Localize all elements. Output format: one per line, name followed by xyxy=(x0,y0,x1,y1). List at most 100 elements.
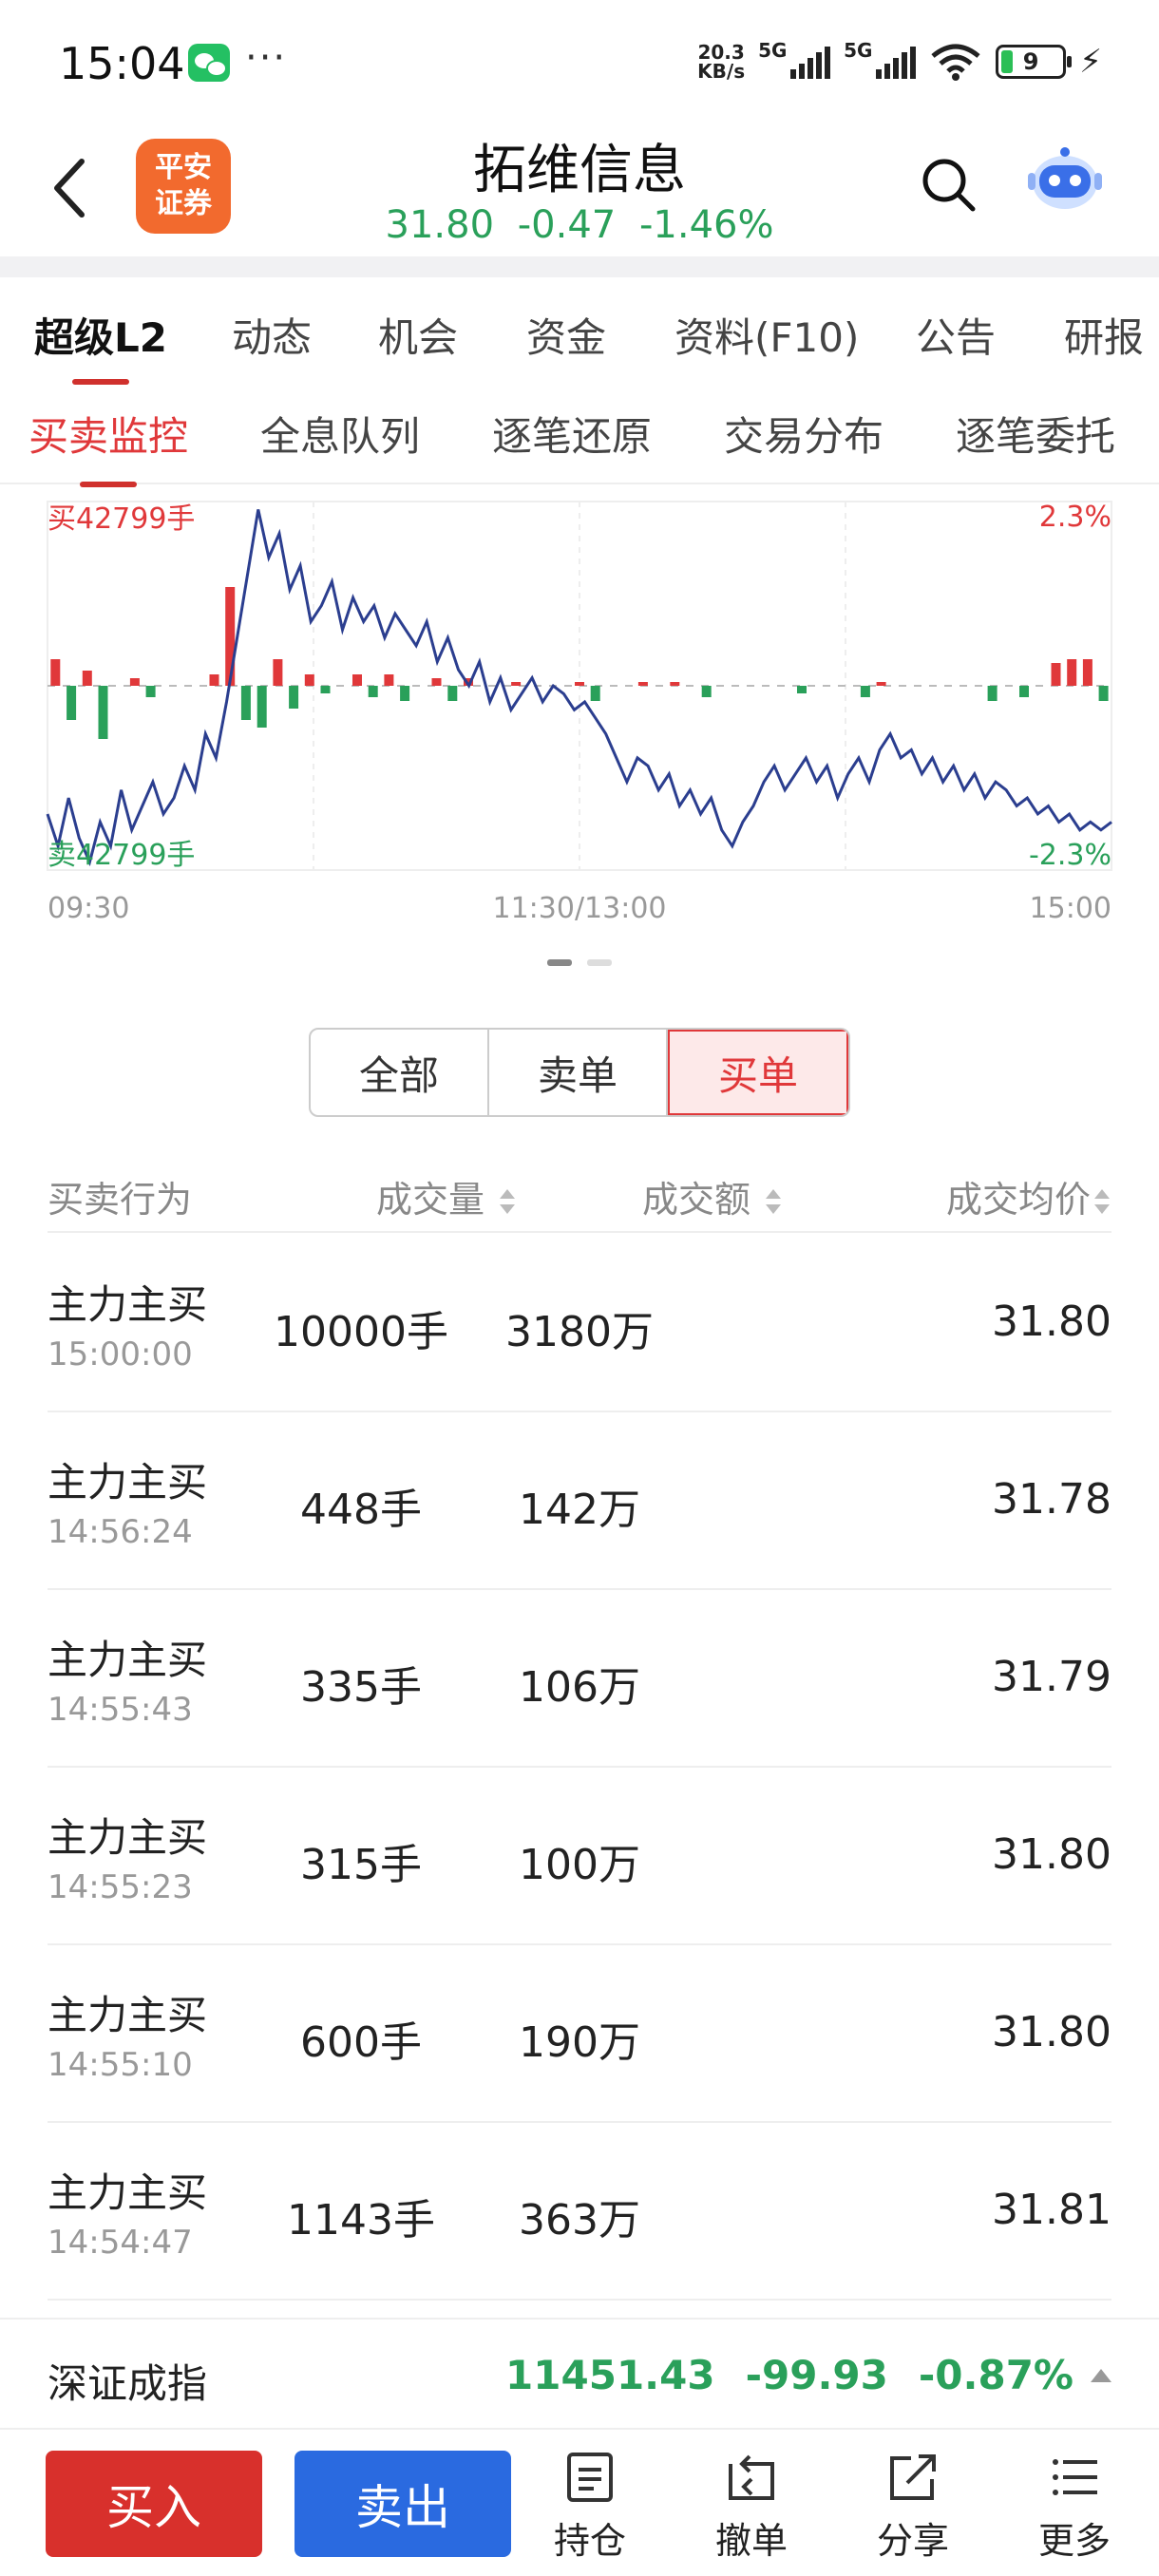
tab-f10[interactable]: 资料(F10) xyxy=(674,306,859,364)
sort-icon[interactable] xyxy=(498,1185,517,1220)
buy-volume-bar xyxy=(273,659,283,686)
table-row[interactable]: 主力主买 14:56:24 448手 142万 31.78 xyxy=(48,1412,1112,1590)
lower-pct-label: -2.3% xyxy=(1029,839,1112,872)
buy-volume-bar xyxy=(876,682,886,686)
sell-volume-bar xyxy=(66,686,77,720)
pager-dot[interactable] xyxy=(547,959,572,966)
filter-all[interactable]: 全部 xyxy=(311,1030,489,1115)
buy-volume-bar xyxy=(352,674,362,686)
sort-icon[interactable] xyxy=(1092,1185,1112,1220)
stock-name: 拓维信息 xyxy=(473,140,686,201)
tab-announcements[interactable]: 公告 xyxy=(916,306,996,364)
sell-volume-bar xyxy=(701,686,712,697)
buy-volume-bar xyxy=(431,678,442,686)
buy-volume-bar xyxy=(575,682,584,686)
tab-opportunity[interactable]: 机会 xyxy=(378,306,458,364)
index-ticker[interactable]: 深证成指 11451.43 -99.93 -0.87% xyxy=(0,2318,1159,2428)
table-header: 买卖行为 成交量 成交额 成交均价 xyxy=(48,1147,1112,1233)
buy-volume-bar xyxy=(129,678,140,686)
buy-volume-bar xyxy=(209,674,219,686)
sell-volume-bar xyxy=(145,686,156,697)
network-speed: 20.3 KB/s xyxy=(697,41,746,83)
sell-volume-bar xyxy=(240,686,251,720)
col-action: 买卖行为 xyxy=(48,1179,193,1221)
more-button[interactable]: 更多 xyxy=(1013,2451,1136,2565)
stock-quote: 31.80 -0.47 -1.46% xyxy=(0,203,1159,247)
index-values: 11451.43 -99.93 -0.87% xyxy=(505,2352,1112,2398)
sell-button[interactable]: 卖出 xyxy=(294,2451,511,2557)
sell-volume-bar xyxy=(987,686,998,701)
table-row[interactable]: 主力主买 14:55:23 315手 100万 31.80 xyxy=(48,1768,1112,1945)
stock-header: 平安 证券 拓维信息 31.80 -0.47 -1.46% xyxy=(0,123,1159,256)
buy-volume-bar xyxy=(511,682,522,686)
sell-volume-bar xyxy=(447,686,458,701)
tab-research[interactable]: 研报 xyxy=(1064,306,1144,364)
search-icon[interactable] xyxy=(918,154,978,215)
table-row[interactable]: 主力主买 14:54:47 1143手 363万 31.81 xyxy=(48,2123,1112,2301)
robot-assistant-icon[interactable] xyxy=(1026,144,1104,217)
menu-icon xyxy=(1053,2459,1097,2495)
order-filter: 全部 卖单 买单 xyxy=(309,1028,850,1117)
tab-funds[interactable]: 资金 xyxy=(526,306,606,364)
tab-tick-restore[interactable]: 逐笔还原 xyxy=(492,405,652,463)
x-tick-midday: 11:30/13:00 xyxy=(492,892,666,925)
share-icon xyxy=(890,2454,936,2500)
holdings-icon xyxy=(567,2453,613,2502)
index-change-pct: -0.87% xyxy=(918,2352,1074,2398)
holdings-button[interactable]: 持仓 xyxy=(528,2451,652,2565)
more-notifications-icon: ··· xyxy=(245,36,288,80)
share-button[interactable]: 分享 xyxy=(851,2451,975,2565)
tab-trade-monitor[interactable]: 买卖监控 xyxy=(28,405,188,487)
col-amount[interactable]: 成交额 xyxy=(642,1170,783,1222)
secondary-tabs: 买卖监控 全息队列 逐笔还原 交易分布 逐笔委托 xyxy=(0,382,1159,487)
sell-volume-bar xyxy=(289,686,299,709)
battery-icon: 9 xyxy=(996,45,1073,79)
tab-dynamics[interactable]: 动态 xyxy=(232,306,312,364)
x-tick-open: 09:30 xyxy=(48,892,129,925)
status-time: 15:04 xyxy=(59,38,185,89)
sell-volume-bar xyxy=(320,686,331,693)
buy-volume-bar xyxy=(670,682,680,686)
expand-up-icon[interactable] xyxy=(1091,2368,1112,2382)
wechat-icon xyxy=(188,44,230,82)
cancel-order-button[interactable]: 撤单 xyxy=(690,2451,813,2565)
charging-icon: ⚡ xyxy=(1079,43,1102,81)
index-value: 11451.43 xyxy=(505,2352,715,2398)
table-row[interactable]: 主力主买 14:55:43 335手 106万 31.79 xyxy=(48,1590,1112,1768)
buy-volume-bar xyxy=(304,674,314,686)
tab-full-queue[interactable]: 全息队列 xyxy=(260,405,420,463)
sell-volume-bar xyxy=(368,686,378,697)
tab-tick-orders[interactable]: 逐笔委托 xyxy=(956,405,1115,463)
intraday-chart[interactable]: 买42799手 卖42799手 2.3% -2.3% 09:30 11:30/1… xyxy=(0,486,1159,942)
buy-volume-bar xyxy=(637,682,648,686)
buy-volume-bar xyxy=(1067,659,1077,686)
sell-volume-bar xyxy=(256,686,267,728)
buy-volume-bar xyxy=(82,671,92,686)
wifi-icon xyxy=(931,44,980,81)
x-tick-close: 15:00 xyxy=(1030,892,1112,925)
table-row[interactable]: 主力主买 15:00:00 10000手 3180万 31.80 xyxy=(48,1235,1112,1412)
col-volume[interactable]: 成交量 xyxy=(376,1170,517,1222)
buy-button[interactable]: 买入 xyxy=(46,2451,262,2557)
stock-change: -0.47 xyxy=(517,203,617,247)
tab-trade-distribution[interactable]: 交易分布 xyxy=(724,405,884,463)
sort-icon[interactable] xyxy=(764,1185,783,1220)
filter-sell[interactable]: 卖单 xyxy=(489,1030,668,1115)
col-avg-price[interactable]: 成交均价 xyxy=(946,1170,1112,1222)
header-divider xyxy=(0,256,1159,277)
buy-volume-bar xyxy=(225,587,236,686)
buy-volume-bar xyxy=(384,674,394,686)
buy-volume-bar xyxy=(1051,663,1061,686)
tab-super-l2[interactable]: 超级L2 xyxy=(34,306,167,385)
table-row[interactable]: 主力主买 14:55:10 600手 190万 31.80 xyxy=(48,1945,1112,2123)
bottom-toolbar: 买入 卖出 持仓 撤单 分享 更多 xyxy=(0,2428,1159,2576)
trade-list: 主力主买 15:00:00 10000手 3180万 31.80 主力主买 14… xyxy=(48,1235,1112,2301)
filter-buy[interactable]: 买单 xyxy=(668,1030,848,1115)
primary-tabs: 超级L2 动态 机会 资金 资料(F10) 公告 研报 xyxy=(0,277,1159,385)
signal-icon: 5G xyxy=(758,39,831,79)
buy-volume-label: 买42799手 xyxy=(48,502,195,536)
pager-dot[interactable] xyxy=(587,959,612,966)
sell-volume-bar xyxy=(98,686,108,739)
sell-volume-bar xyxy=(797,686,807,693)
upper-pct-label: 2.3% xyxy=(1039,501,1112,534)
